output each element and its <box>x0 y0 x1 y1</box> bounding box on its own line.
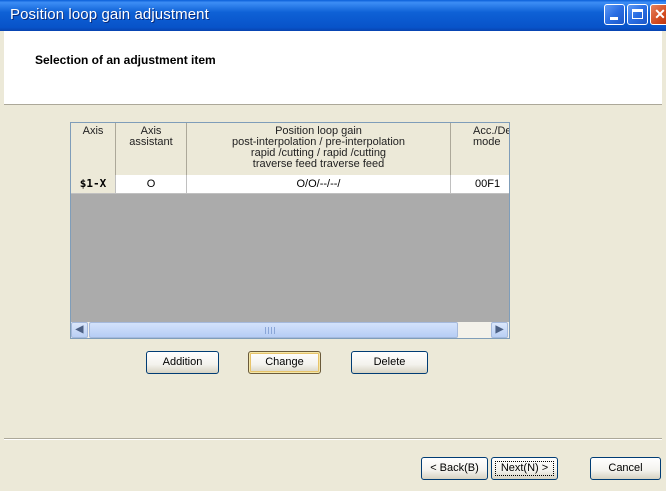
column-header-gain-line4: traverse feed traverse feed <box>252 158 385 170</box>
close-icon: ✕ <box>654 6 666 22</box>
maximize-icon <box>632 9 643 19</box>
next-button[interactable]: Next(N) > <box>491 457 558 480</box>
chevron-left-icon: ◀ <box>75 324 84 335</box>
scroll-right-button[interactable]: ▶ <box>491 322 508 338</box>
maximize-button[interactable] <box>627 4 648 25</box>
column-header-axis-assistant-line2: assistant <box>129 136 173 148</box>
horizontal-scrollbar[interactable]: ◀ ▶ <box>71 322 509 338</box>
title-bar[interactable]: Position loop gain adjustment ✕ <box>0 0 666 31</box>
column-header-axis[interactable]: Axis <box>71 123 116 175</box>
table-header: Axis Axis assistant Position loop gain p… <box>71 123 509 176</box>
scroll-thumb[interactable] <box>89 322 458 338</box>
cell-axis-assistant: O <box>116 175 187 193</box>
focus-rectangle <box>495 461 554 476</box>
addition-button[interactable]: Addition <box>146 351 219 374</box>
wizard-window: Position loop gain adjustment ✕ Selectio… <box>0 0 666 491</box>
column-header-axis-label: Axis <box>82 125 104 137</box>
cell-position-loop-gain: O/O/--/--/ <box>187 175 451 193</box>
page-subtitle: Selection of an adjustment item <box>35 53 216 67</box>
cancel-button[interactable]: Cancel <box>590 457 661 480</box>
delete-button[interactable]: Delete <box>351 351 428 374</box>
column-header-position-loop-gain[interactable]: Position loop gain post-interpolation / … <box>187 123 451 175</box>
column-header-acc-line2: mode <box>473 136 501 148</box>
column-header-axis-assistant[interactable]: Axis assistant <box>116 123 187 175</box>
column-header-acc-dec-mode[interactable]: Acc./De mode <box>451 123 509 175</box>
window-title: Position loop gain adjustment <box>10 6 209 23</box>
change-button[interactable]: Change <box>248 351 321 374</box>
minimize-icon <box>610 17 618 20</box>
chevron-right-icon: ▶ <box>495 324 504 335</box>
close-button[interactable]: ✕ <box>650 4 666 25</box>
scroll-left-button[interactable]: ◀ <box>71 322 88 338</box>
cell-acc-dec-mode: 00F1 <box>451 175 509 193</box>
grip-icon <box>265 327 275 334</box>
back-button[interactable]: < Back(B) <box>421 457 488 480</box>
adjustment-item-table[interactable]: Axis Axis assistant Position loop gain p… <box>70 122 510 339</box>
cell-axis: $1-X <box>71 175 116 193</box>
header-panel: Selection of an adjustment item <box>4 31 662 105</box>
minimize-button[interactable] <box>604 4 625 25</box>
footer-separator <box>4 438 662 440</box>
table-row[interactable]: $1-X O O/O/--/--/ 00F1 <box>71 175 509 194</box>
